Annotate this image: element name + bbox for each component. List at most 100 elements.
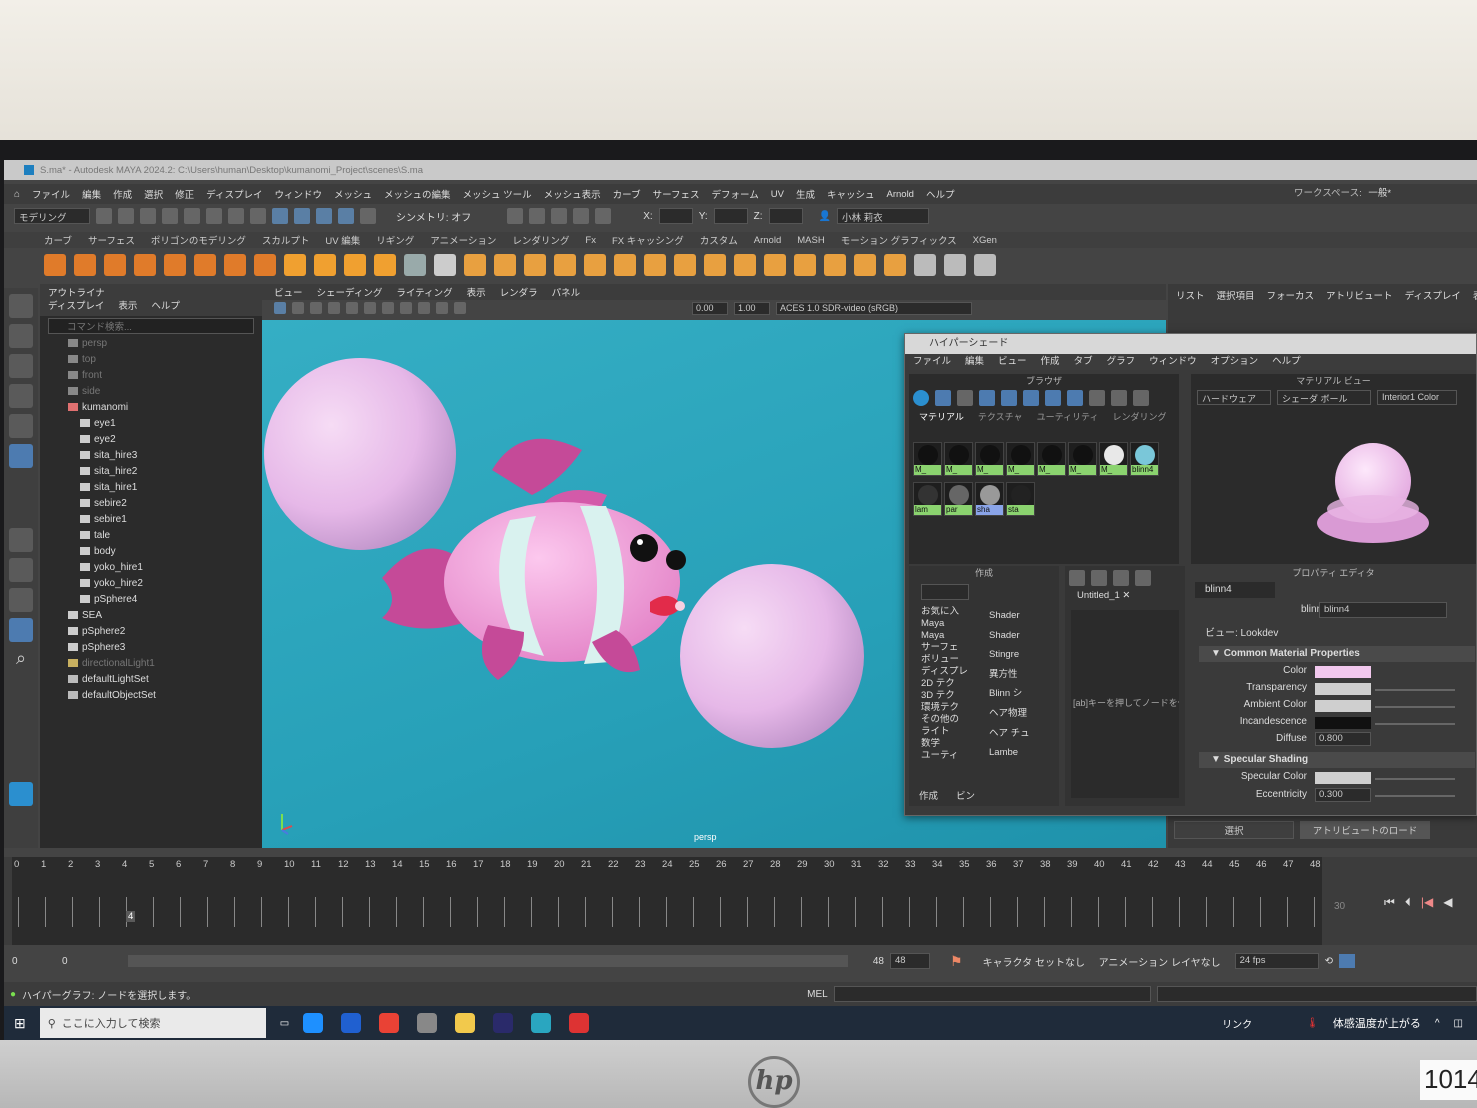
- shelf-tab[interactable]: ポリゴンのモデリング: [151, 233, 246, 247]
- ambient-slider[interactable]: [1375, 706, 1455, 708]
- network-icon[interactable]: ◫: [1454, 1018, 1463, 1029]
- outliner-item[interactable]: eye2: [40, 432, 262, 448]
- outliner-item[interactable]: body: [40, 544, 262, 560]
- snap-surface-icon[interactable]: [338, 208, 354, 224]
- hypershade-menu-item[interactable]: 作成: [1041, 354, 1060, 370]
- shelf-tool-icon[interactable]: [614, 254, 636, 276]
- diffuse-field[interactable]: 0.800: [1315, 732, 1371, 746]
- create-tree-item[interactable]: 3D テク: [921, 690, 977, 702]
- shelf-tool-icon[interactable]: [974, 254, 996, 276]
- browser-tab[interactable]: レンダリング: [1112, 410, 1166, 423]
- step-back-key-icon[interactable]: ⏴: [1405, 895, 1411, 910]
- shelf-tab[interactable]: カスタム: [700, 233, 738, 247]
- material-swatch[interactable]: blinn4: [1130, 442, 1159, 476]
- go-to-start-icon[interactable]: ⏮: [1384, 895, 1395, 910]
- incandescence-slider[interactable]: [1375, 723, 1455, 725]
- sphere-large-left[interactable]: [264, 358, 456, 550]
- select-tool-icon[interactable]: [9, 294, 33, 318]
- shelf-tool-icon[interactable]: [824, 254, 846, 276]
- create-tree-item[interactable]: Maya: [921, 630, 977, 642]
- shelf-tool-icon[interactable]: [494, 254, 516, 276]
- render-icon[interactable]: [507, 208, 524, 224]
- render-settings-icon[interactable]: [551, 208, 568, 224]
- node-name-field[interactable]: blinn4: [1319, 602, 1447, 618]
- outliner-layout-icon[interactable]: [9, 618, 33, 642]
- two-view-icon[interactable]: [9, 588, 33, 612]
- shelf-tab[interactable]: レンダリング: [512, 233, 569, 247]
- graph-input-connections-icon[interactable]: [1069, 570, 1085, 586]
- shelf-tool-icon[interactable]: [374, 254, 396, 276]
- viewport-menu-item[interactable]: 表示: [467, 285, 486, 299]
- shelf-tool-icon[interactable]: [884, 254, 906, 276]
- create-tree-item[interactable]: 数学: [921, 738, 977, 750]
- create-list-item[interactable]: Blinn シ: [989, 684, 1051, 704]
- create-tree-item[interactable]: 2D テク: [921, 678, 977, 690]
- windows-start-icon[interactable]: ⊞: [14, 1015, 26, 1032]
- snap-grid-icon[interactable]: [272, 208, 288, 224]
- lasso-tool-icon[interactable]: [9, 324, 33, 348]
- viewport-menu-item[interactable]: パネル: [552, 285, 581, 299]
- graph-tab[interactable]: Untitled_1 ✕: [1065, 590, 1185, 601]
- menu-item[interactable]: 修正: [175, 187, 194, 201]
- open-scene-icon[interactable]: [118, 208, 134, 224]
- material-swatch[interactable]: par: [944, 482, 973, 516]
- create-tree-item[interactable]: ボリュー: [921, 654, 977, 666]
- x-field[interactable]: [658, 208, 693, 224]
- material-swatch[interactable]: M_: [1006, 442, 1035, 476]
- browser-on-icon[interactable]: [913, 390, 929, 406]
- shelf-tab[interactable]: カーブ: [44, 233, 72, 247]
- menu-item[interactable]: 編集: [82, 187, 101, 201]
- node-graph-area[interactable]: [ab]キーを押してノードを作: [1071, 610, 1179, 798]
- isolate-select-icon[interactable]: [400, 302, 412, 314]
- viewport-menu-item[interactable]: レンダラ: [500, 285, 538, 299]
- create-list-item[interactable]: 異方性: [989, 665, 1051, 685]
- shelf-tab[interactable]: モーション グラフィックス: [841, 233, 957, 247]
- hypershade-menu-item[interactable]: ファイル: [913, 354, 951, 370]
- create-list-item[interactable]: Shader: [989, 626, 1051, 646]
- ambient-swatch[interactable]: [1315, 700, 1371, 712]
- search-icon[interactable]: ⌕: [9, 648, 33, 672]
- viewport-menu-item[interactable]: シェーディング: [317, 285, 383, 299]
- hypershade-menu-item[interactable]: ヘルプ: [1272, 354, 1301, 370]
- time-slider[interactable]: 0 1 2 3 4 5 6 7 8 9 10 11 12 13 14 15 16 17 18 19 20 21 22 23 24…: [4, 857, 1477, 945]
- outliner-item[interactable]: sita_hire2: [40, 464, 262, 480]
- color-swatch[interactable]: [1315, 666, 1371, 678]
- graph-clear-icon[interactable]: [1135, 570, 1151, 586]
- browser-tab[interactable]: マテリアル: [919, 410, 964, 423]
- shelf-tool-icon[interactable]: [254, 254, 276, 276]
- outliner-item[interactable]: defaultObjectSet: [40, 688, 262, 704]
- create-bottom-tab[interactable]: ビン: [956, 788, 975, 802]
- save-scene-icon[interactable]: [140, 208, 156, 224]
- sort-by-time-icon[interactable]: [1111, 390, 1127, 406]
- material-swatch[interactable]: M_: [913, 442, 942, 476]
- shelf-tab[interactable]: MASH: [797, 235, 824, 246]
- undo-icon[interactable]: [162, 208, 178, 224]
- anim-prefs-icon[interactable]: [1338, 954, 1355, 968]
- viewport-menu-item[interactable]: ビュー: [274, 285, 303, 299]
- create-list-item[interactable]: Shader: [989, 606, 1051, 626]
- outliner-item[interactable]: sebire2: [40, 496, 262, 512]
- transparency-swatch[interactable]: [1315, 683, 1371, 695]
- outliner-item[interactable]: front: [40, 368, 262, 384]
- auto-key-icon[interactable]: ⚑: [950, 953, 963, 970]
- loop-icon[interactable]: ⟲: [1325, 956, 1333, 967]
- shelf-tab[interactable]: Arnold: [754, 235, 781, 246]
- hypershade-menu-item[interactable]: グラフ: [1107, 354, 1136, 370]
- graph-io-connections-icon[interactable]: [1091, 570, 1107, 586]
- outliner-menu-item[interactable]: ヘルプ: [151, 300, 180, 313]
- range-end2-field[interactable]: 48: [890, 953, 930, 969]
- shelf-tool-icon[interactable]: [434, 254, 456, 276]
- material-swatch[interactable]: sta: [1006, 482, 1035, 516]
- browser-medium-swatch-icon[interactable]: [1001, 390, 1017, 406]
- shelf-tab[interactable]: リギング: [376, 233, 414, 247]
- create-search-input[interactable]: [921, 584, 969, 600]
- outliner-item[interactable]: sita_hire1: [40, 480, 262, 496]
- shelf-tool-icon[interactable]: [644, 254, 666, 276]
- menu-item[interactable]: メッシュ表示: [544, 187, 601, 201]
- maya-home-icon[interactable]: [9, 782, 33, 806]
- menu-item[interactable]: 作成: [113, 187, 132, 201]
- mode-dropdown[interactable]: モデリング: [14, 208, 90, 224]
- refresh-icon[interactable]: [1133, 390, 1149, 406]
- weather-text[interactable]: 体感温度が上がる: [1333, 1015, 1421, 1031]
- menu-item[interactable]: デフォーム: [712, 187, 759, 201]
